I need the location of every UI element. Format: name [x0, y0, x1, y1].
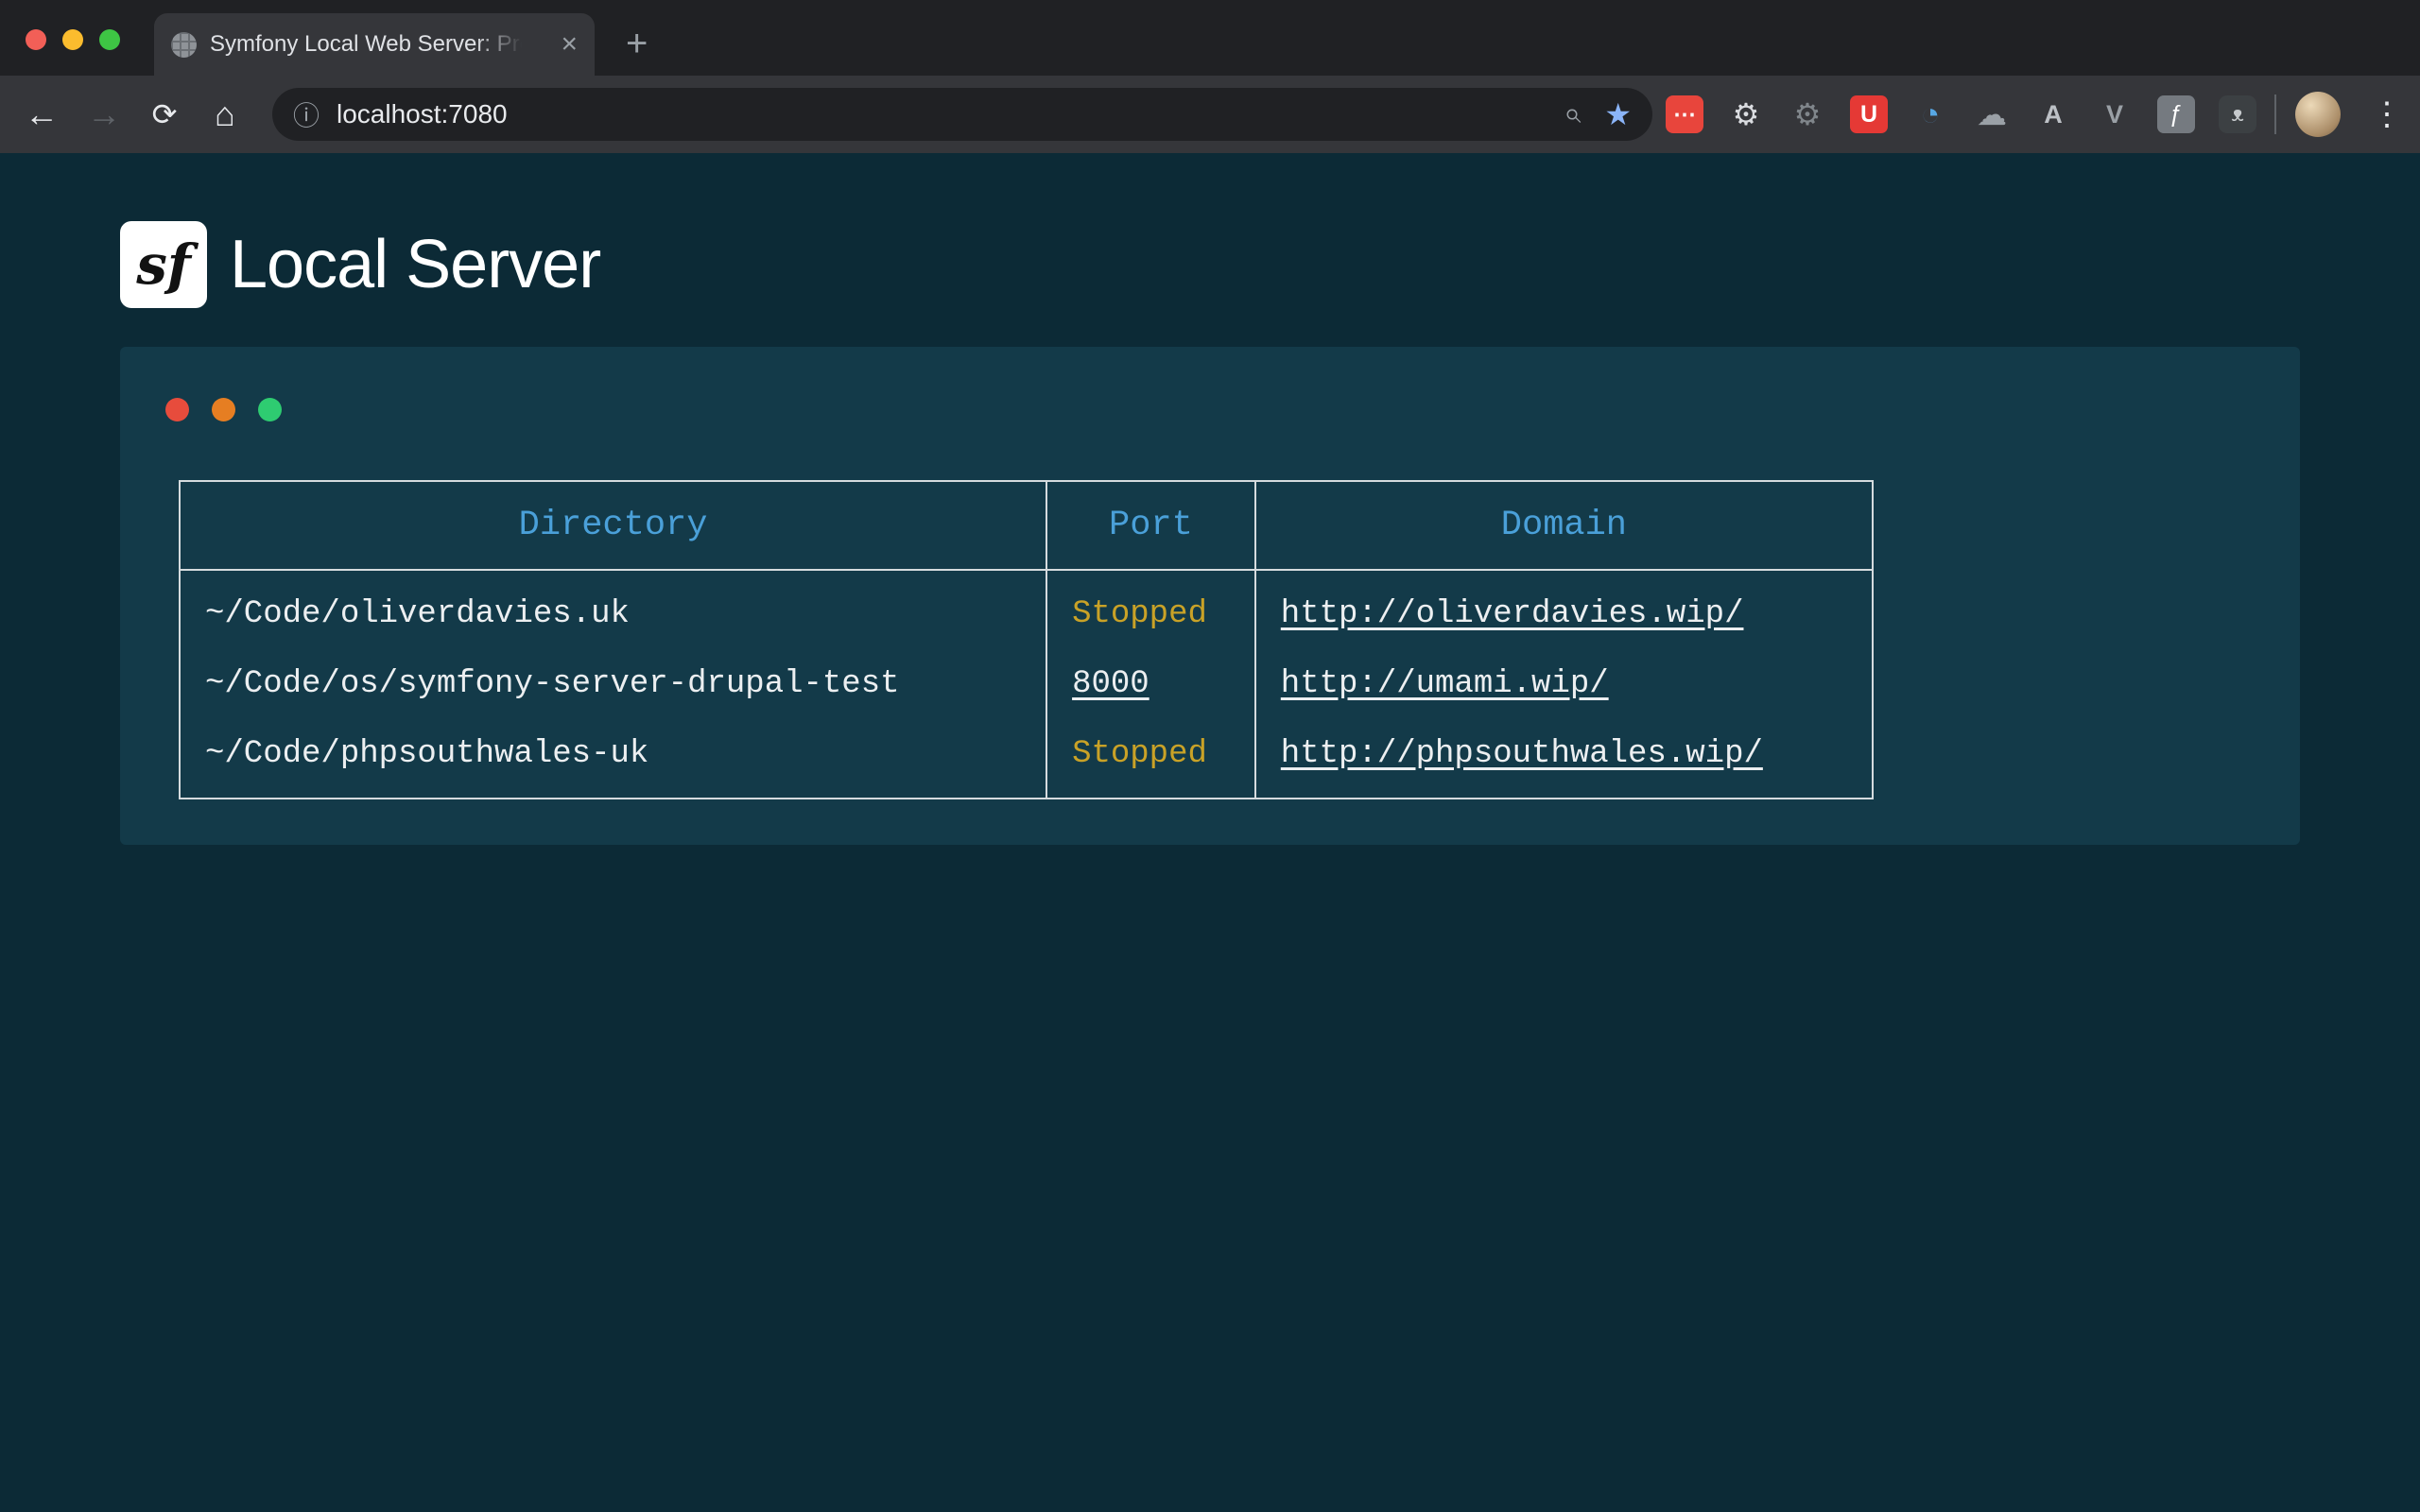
- card-orange-dot-icon: [212, 398, 235, 421]
- profile-avatar[interactable]: [2295, 92, 2341, 137]
- tab-strip: Symfony Local Web Server: Prox × +: [0, 0, 2420, 76]
- toolbar-separator: [2274, 94, 2276, 134]
- back-button[interactable]: ←: [15, 76, 68, 153]
- browser-tab[interactable]: Symfony Local Web Server: Prox ×: [154, 13, 595, 76]
- dark-cat-extension-icon[interactable]: ᴥ: [2219, 95, 2256, 133]
- page-content: sf Local Server Directory Port Domain ~/…: [0, 153, 2420, 1512]
- tab-close-icon[interactable]: ×: [561, 30, 578, 59]
- new-tab-button[interactable]: +: [626, 21, 648, 66]
- directory-cell: ~/Code/oliverdavies.uk: [180, 570, 1046, 649]
- column-header-domain: Domain: [1255, 481, 1873, 570]
- table-row: ~/Code/oliverdavies.uk Stopped http://ol…: [180, 570, 1873, 649]
- servers-table: Directory Port Domain ~/Code/oliverdavie…: [179, 480, 1874, 799]
- url-text[interactable]: localhost:7080: [337, 99, 1563, 129]
- bookmark-star-icon[interactable]: ★: [1604, 96, 1632, 132]
- tab-title: Symfony Local Web Server: Prox: [210, 31, 522, 58]
- v-shape-extension-icon[interactable]: V: [2096, 95, 2134, 133]
- cloud-extension-icon[interactable]: ☁: [1973, 95, 2011, 133]
- dark-gear-extension-icon[interactable]: ⚙: [1789, 95, 1826, 133]
- letter-a-extension-icon[interactable]: A: [2034, 95, 2072, 133]
- page-title: Local Server: [230, 221, 600, 308]
- address-bar[interactable]: ⓘ localhost:7080 ⌕ ★: [272, 88, 1652, 141]
- directory-cell: ~/Code/os/symfony-server-drupal-test: [180, 649, 1046, 719]
- directory-cell: ~/Code/phpsouthwales-uk: [180, 719, 1046, 799]
- macos-close-button[interactable]: [26, 29, 46, 50]
- table-row: ~/Code/os/symfony-server-drupal-test 800…: [180, 649, 1873, 719]
- port-link[interactable]: 8000: [1072, 666, 1150, 702]
- light-gear-extension-icon[interactable]: ⚙: [1727, 95, 1765, 133]
- table-header-row: Directory Port Domain: [180, 481, 1873, 570]
- reload-button[interactable]: ⟳: [138, 76, 191, 153]
- home-button[interactable]: ⌂: [199, 76, 251, 153]
- zoom-level-icon[interactable]: ⌕: [1553, 106, 1589, 123]
- extensions-row: ⋯ ⚙ ⚙ U ◔ ☁ A V ƒ ᴥ: [1666, 76, 2256, 153]
- domain-link[interactable]: http://umami.wip/: [1281, 666, 1609, 702]
- framed-extension-icon[interactable]: ƒ: [2157, 95, 2195, 133]
- macos-minimize-button[interactable]: [62, 29, 83, 50]
- browser-menu-icon[interactable]: ⋮: [2371, 76, 2403, 153]
- table-row: ~/Code/phpsouthwales-uk Stopped http://p…: [180, 719, 1873, 799]
- page-info-icon[interactable]: ⓘ: [293, 95, 320, 133]
- symfony-logo: sf: [120, 221, 207, 308]
- port-status-stopped: Stopped: [1072, 736, 1207, 772]
- macos-zoom-button[interactable]: [99, 29, 120, 50]
- column-header-directory: Directory: [180, 481, 1046, 570]
- domain-link[interactable]: http://oliverdavies.wip/: [1281, 596, 1744, 632]
- tab-favicon-globe-icon: [171, 32, 197, 58]
- server-card: Directory Port Domain ~/Code/oliverdavie…: [120, 347, 2300, 845]
- port-status-stopped: Stopped: [1072, 596, 1207, 632]
- domain-link[interactable]: http://phpsouthwales.wip/: [1281, 736, 1763, 772]
- column-header-port: Port: [1046, 481, 1255, 570]
- red-menu-extension-icon[interactable]: ⋯: [1666, 95, 1703, 133]
- forward-button[interactable]: →: [78, 76, 130, 153]
- card-green-dot-icon: [258, 398, 282, 421]
- card-red-dot-icon: [165, 398, 189, 421]
- browser-window: Symfony Local Web Server: Prox × + ← → ⟳…: [0, 0, 2420, 1512]
- ublock-origin-extension-icon[interactable]: U: [1850, 95, 1888, 133]
- blue-disc-extension-icon[interactable]: ◔: [1911, 95, 1949, 133]
